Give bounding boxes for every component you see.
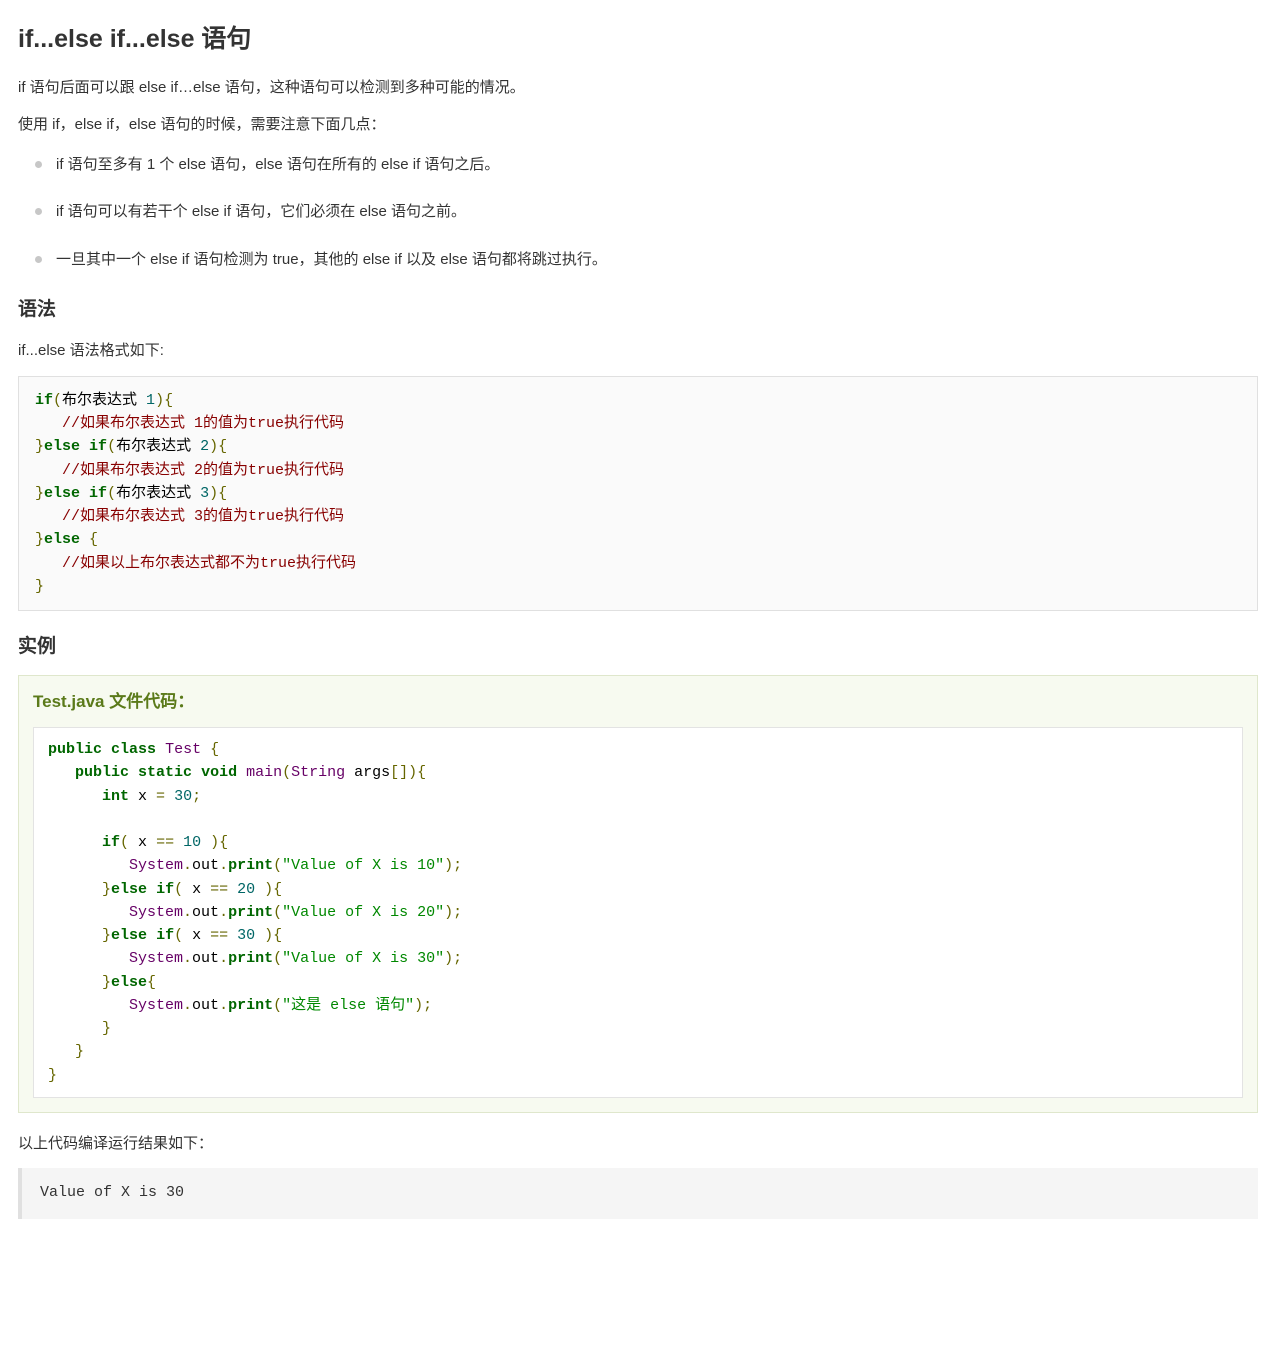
list-item: 一旦其中一个 else if 语句检测为 true，其他的 else if 以及… — [18, 247, 1258, 273]
rules-list: if 语句至多有 1 个 else 语句，else 语句在所有的 else if… — [18, 152, 1258, 273]
example-title: Test.java 文件代码： — [33, 688, 1243, 717]
example-code-block: public class Test { public static void m… — [33, 727, 1243, 1098]
output-intro: 以上代码编译运行结果如下： — [18, 1131, 1258, 1157]
syntax-intro: if...else 语法格式如下: — [18, 338, 1258, 364]
intro-paragraph-1: if 语句后面可以跟 else if…else 语句，这种语句可以检测到多种可能… — [18, 75, 1258, 101]
intro-paragraph-2: 使用 if，else if，else 语句的时候，需要注意下面几点： — [18, 112, 1258, 138]
heading-example: 实例 — [18, 631, 1258, 663]
list-item: if 语句至多有 1 个 else 语句，else 语句在所有的 else if… — [18, 152, 1258, 178]
output-block: Value of X is 30 — [18, 1168, 1258, 1219]
heading-syntax: 语法 — [18, 294, 1258, 326]
example-container: Test.java 文件代码： public class Test { publ… — [18, 675, 1258, 1113]
syntax-code-block: if(布尔表达式 1){ //如果布尔表达式 1的值为true执行代码 }els… — [18, 376, 1258, 611]
heading-main: if...else if...else 语句 — [18, 18, 1258, 61]
list-item: if 语句可以有若干个 else if 语句，它们必须在 else 语句之前。 — [18, 199, 1258, 225]
